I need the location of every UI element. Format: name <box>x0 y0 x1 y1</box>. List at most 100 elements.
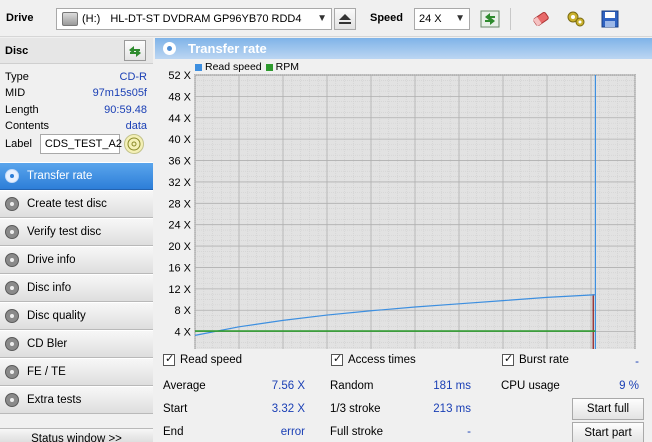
extra-tests-icon <box>5 393 19 407</box>
nav-disc-quality[interactable]: Disc quality <box>0 302 153 330</box>
drive-info-icon <box>5 253 19 267</box>
y-tick-label: 8 X <box>174 305 191 317</box>
drive-letter: (H:) <box>82 13 101 25</box>
disc-label-field[interactable]: CDS_TEST_A2 <box>39 134 122 154</box>
read-speed-checkbox[interactable]: Read speed <box>163 352 243 366</box>
disc-contents-key: Contents <box>5 120 50 132</box>
y-tick-label: 48 X <box>168 91 191 103</box>
nav-drive-info[interactable]: Drive info <box>0 246 153 274</box>
disc-icon <box>127 137 141 151</box>
disc-length-value: 90:59.48 <box>104 104 147 116</box>
eject-button[interactable] <box>334 8 356 30</box>
y-tick-label: 52 X <box>168 70 191 82</box>
nav-label: Disc info <box>27 282 72 294</box>
y-tick-label: 28 X <box>168 198 191 210</box>
start-value: 3.32 X <box>271 403 305 415</box>
disc-length-row: Length 90:59.48 <box>5 104 147 116</box>
nav-extra-tests[interactable]: Extra tests <box>0 386 153 414</box>
rpm-swatch <box>265 63 273 71</box>
eject-icon <box>339 14 351 24</box>
disc-mid-row: MID 97m15s05f <box>5 87 147 99</box>
end-label: End <box>163 426 184 438</box>
random-value: 181 ms <box>433 380 471 392</box>
burst-rate-checkbox-label: Burst rate <box>519 354 569 366</box>
save-button[interactable] <box>598 8 622 30</box>
floppy-disk-icon <box>601 10 619 28</box>
start-part-button[interactable]: Start part <box>572 422 644 442</box>
y-tick-label: 40 X <box>168 134 191 146</box>
disc-contents-value: data <box>125 120 147 132</box>
status-window-button[interactable]: Status window >> <box>0 428 153 442</box>
nav-fe-te[interactable]: FE / TE <box>0 358 153 386</box>
disc-quality-icon <box>5 309 19 323</box>
nav-label: Drive info <box>27 254 76 266</box>
y-tick-label: 4 X <box>174 327 191 339</box>
full-stroke-value: - <box>467 426 471 438</box>
speed-value: 24 X <box>419 13 442 25</box>
nav-label: FE / TE <box>27 366 66 378</box>
checkbox-box[interactable] <box>331 352 343 366</box>
refresh-arrows-icon <box>480 10 500 28</box>
options-button[interactable] <box>564 8 588 30</box>
speed-select[interactable]: 24 X ▼ <box>414 8 470 30</box>
read-speed-checkbox-label: Read speed <box>180 354 243 366</box>
disc-refresh-button[interactable] <box>124 40 146 61</box>
disc-header: Disc <box>0 38 153 64</box>
gears-icon <box>567 11 585 27</box>
transfer-rate-icon <box>5 169 19 183</box>
burst-rate-checkbox[interactable]: Burst rate <box>502 352 569 366</box>
fe-te-icon <box>5 365 19 379</box>
disc-type-key: Type <box>5 71 29 83</box>
erase-button[interactable] <box>529 8 553 30</box>
y-tick-label: 24 X <box>168 220 191 232</box>
disc-label-button[interactable] <box>123 134 144 154</box>
checkbox-box[interactable] <box>163 352 175 366</box>
verify-test-disc-icon <box>5 225 19 239</box>
disc-label-row: Label CDS_TEST_A2 <box>5 134 144 154</box>
nav-transfer-rate[interactable]: Transfer rate <box>0 162 153 190</box>
end-value: error <box>280 426 305 438</box>
checkbox-box[interactable] <box>502 352 514 366</box>
nav-verify-test-disc[interactable]: Verify test disc <box>0 218 153 246</box>
access-times-checkbox[interactable]: Access times <box>331 352 416 366</box>
nav-label: Verify test disc <box>27 226 102 238</box>
legend-read-speed: Read speed <box>195 61 262 73</box>
y-tick-label: 20 X <box>168 241 191 253</box>
test-navigation: Transfer rate Create test disc Verify te… <box>0 162 153 414</box>
disc-type-value: CD-R <box>119 71 148 83</box>
nav-label: Create test disc <box>27 198 107 210</box>
toolbar-separator <box>510 8 511 30</box>
disc-mid-key: MID <box>5 87 26 99</box>
transfer-rate-chart: 4 X 8 X 12 X 16 X 20 X 24 X 28 X 32 X 36 X 40 X 44… <box>168 70 636 349</box>
nav-create-test-disc[interactable]: Create test disc <box>0 190 153 218</box>
disc-length-key: Length <box>5 104 39 116</box>
cpu-usage-label: CPU usage <box>501 380 560 392</box>
nav-cd-bler[interactable]: CD Bler <box>0 330 153 358</box>
transfer-rate-icon <box>163 42 176 55</box>
legend-rpm-label: RPM <box>275 61 299 73</box>
random-label: Random <box>330 380 374 392</box>
drive-label: Drive <box>6 12 34 24</box>
access-times-checkbox-label: Access times <box>348 354 416 366</box>
y-tick-label: 32 X <box>168 177 191 189</box>
one-third-stroke-label: 1/3 stroke <box>330 403 381 415</box>
start-full-button[interactable]: Start full <box>572 398 644 420</box>
y-tick-label: 44 X <box>168 113 191 125</box>
cd-bler-icon <box>5 337 19 351</box>
one-third-stroke-value: 213 ms <box>433 403 471 415</box>
refresh-arrows-icon <box>129 45 141 57</box>
left-panel: Disc Type CD-R MID 97m15s05f Length 90:5… <box>0 38 153 442</box>
refresh-speed-button[interactable] <box>478 8 502 30</box>
drive-select[interactable]: (H:) HL-DT-ST DVDRAM GP96YB70 RDD4 ▼ <box>56 8 332 30</box>
nav-disc-info[interactable]: Disc info <box>0 274 153 302</box>
optical-drive-icon <box>62 12 78 26</box>
average-label: Average <box>163 380 206 392</box>
full-stroke-label: Full stroke <box>330 426 384 438</box>
burst-rate-value: - <box>635 356 639 368</box>
panel-header: Transfer rate <box>155 38 652 59</box>
legend-read-speed-label: Read speed <box>205 61 262 73</box>
disc-type-row: Type CD-R <box>5 71 147 83</box>
y-tick-label: 16 X <box>168 262 191 274</box>
toolbar: Drive (H:) HL-DT-ST DVDRAM GP96YB70 RDD4… <box>0 0 652 37</box>
disc-label-key: Label <box>5 138 32 150</box>
